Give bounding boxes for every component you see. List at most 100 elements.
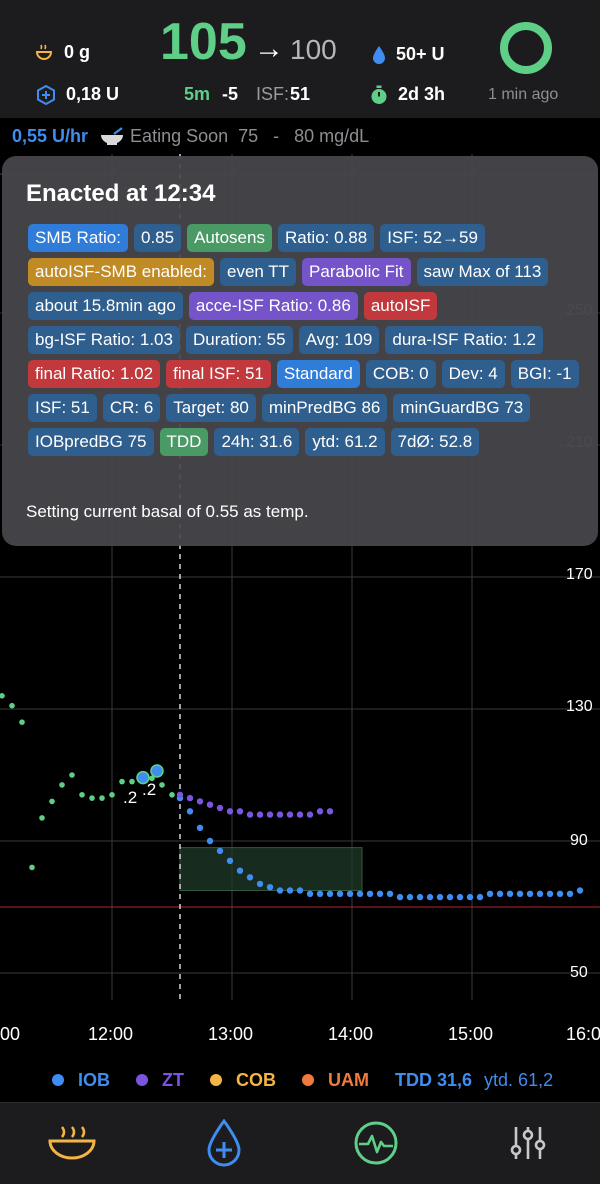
zt-prediction-dot	[286, 811, 294, 818]
legend-zt[interactable]: ZT	[136, 1070, 184, 1091]
bg-reading-dot	[9, 702, 15, 709]
insulin-hexagon-icon	[37, 84, 55, 105]
tab-settings[interactable]	[498, 1117, 558, 1169]
basal-rate[interactable]: 0,55 U/hr	[12, 126, 88, 147]
bg-reading-dot	[19, 719, 25, 725]
y-tick-label: 130	[566, 698, 593, 715]
legend-label: IOB	[78, 1069, 111, 1090]
popup-message: Setting current basal of 0.55 as temp.	[26, 502, 309, 521]
tdd-value[interactable]: TDD 31,6	[395, 1070, 472, 1091]
legend-uam[interactable]: UAM	[302, 1070, 369, 1091]
iob-prediction-dot	[496, 890, 504, 897]
x-tick-label: 15:00	[448, 1024, 494, 1044]
x-tick-label: 12:00	[88, 1024, 134, 1044]
ytd-value[interactable]: ytd. 61,2	[484, 1070, 553, 1091]
iob-prediction-dot	[246, 874, 254, 881]
delta-time: 5m	[184, 84, 211, 104]
reason-tag: SMB Ratio:	[28, 224, 128, 252]
bg-reading-dot	[59, 782, 65, 788]
zt-prediction-dot	[266, 811, 274, 818]
iob-prediction-dot	[446, 893, 454, 901]
iob-prediction-dot	[556, 890, 564, 897]
iob-prediction-dot	[466, 893, 474, 901]
pump-age-display[interactable]: 2d 3h	[370, 84, 445, 105]
heartbeat-monitor-icon	[354, 1121, 398, 1165]
tab-monitor[interactable]	[346, 1117, 406, 1169]
legend-dot	[52, 1074, 64, 1086]
zt-prediction-dot	[176, 791, 184, 798]
reason-tag: TDD	[159, 428, 209, 456]
iob-prediction-dot	[486, 890, 494, 897]
zt-prediction-dot	[256, 811, 264, 818]
reason-tag: Parabolic Fit	[302, 258, 411, 286]
reason-tag: Dev: 4	[441, 360, 505, 388]
reason-tag: CR: 6	[102, 394, 161, 422]
iob-prediction-dot	[406, 893, 414, 901]
eventual-bg: 100	[290, 34, 337, 65]
reason-tag: minGuardBG 73	[393, 394, 531, 422]
iob-prediction-dot	[236, 867, 244, 874]
bg-reading-dot	[39, 815, 45, 821]
iob-prediction-dot	[366, 890, 374, 897]
bg-reading-dot	[99, 795, 105, 801]
reason-tag: ISF: 52→59	[380, 224, 485, 252]
iob-prediction-dot	[196, 824, 204, 831]
iob-prediction-dot	[256, 880, 264, 888]
tab-add-insulin[interactable]	[194, 1117, 254, 1169]
add-insulin-icon	[207, 1119, 241, 1167]
iob-prediction-dot	[536, 890, 544, 897]
reservoir-display[interactable]: 50+ U	[372, 44, 445, 65]
x-tick-label: 16:0	[566, 1024, 600, 1044]
info-bar: 0,55 U/hr Eating Soon 75 - 80 mg/dL	[0, 118, 600, 154]
zt-prediction-dot	[196, 798, 204, 805]
zt-prediction-dot	[216, 804, 224, 812]
iob-display[interactable]: 0,18 U	[36, 84, 119, 105]
zt-prediction-dot	[226, 808, 234, 815]
bg-reading-dot	[0, 693, 5, 699]
meal-bowl-icon	[48, 1126, 96, 1160]
loop-status-icon[interactable]	[500, 22, 552, 74]
reason-tag: BGI: -1	[510, 360, 579, 388]
legend-cob[interactable]: COB	[210, 1070, 276, 1091]
zt-prediction-dot	[246, 811, 254, 818]
legend-iob[interactable]: IOB	[52, 1070, 110, 1091]
target-range-box	[179, 847, 363, 891]
reservoir-value: 50+ U	[396, 44, 445, 64]
iob-prediction-dot	[546, 890, 554, 897]
reason-tag: acce-ISF Ratio: 0.86	[188, 292, 358, 320]
iob-prediction-dot	[436, 893, 444, 901]
iob-prediction-dot	[266, 884, 274, 891]
cob-display[interactable]: 0 g	[34, 42, 90, 63]
carbs-icon	[35, 44, 53, 60]
iob-prediction-dot	[206, 837, 214, 845]
legend-label: UAM	[328, 1069, 370, 1090]
legend-dot	[136, 1074, 149, 1086]
temp-target-name[interactable]: Eating Soon	[130, 126, 228, 147]
iob-prediction-dot	[526, 890, 534, 897]
zt-prediction-dot	[276, 811, 284, 818]
isf-value: 51	[290, 84, 311, 104]
bg-reading-dot	[159, 782, 165, 788]
bg-reading-dot	[169, 792, 175, 798]
temp-target-range: 75 - 80 mg/dL	[238, 125, 370, 146]
bg-reading-dot	[49, 798, 55, 805]
insulin-drop-icon	[373, 45, 385, 64]
enacted-popup[interactable]: Enacted at 12:34 SMB Ratio: 0.85 Autosens R…	[2, 156, 598, 546]
iob-prediction-dot	[456, 893, 464, 901]
iob-value: 0,18 U	[66, 84, 120, 104]
zt-prediction-dot	[186, 794, 194, 802]
pump-age-value: 2d 3h	[398, 84, 446, 104]
bolus-label: .2	[142, 780, 157, 799]
reason-tag: Duration: 55	[185, 326, 293, 354]
legend-dot	[302, 1074, 315, 1086]
tab-meal[interactable]	[42, 1117, 102, 1169]
zt-prediction-dot	[296, 811, 304, 818]
zt-prediction-dot	[316, 808, 324, 815]
bowl-icon	[101, 127, 124, 145]
reason-tag: 0.85	[133, 224, 182, 252]
iob-prediction-dot	[226, 857, 234, 864]
reason-tag: minPredBG 86	[261, 394, 388, 422]
iob-prediction-dot	[306, 890, 314, 897]
zt-prediction-dot	[206, 801, 214, 808]
legend-dot	[210, 1074, 223, 1086]
